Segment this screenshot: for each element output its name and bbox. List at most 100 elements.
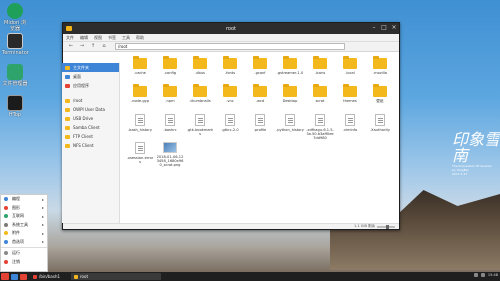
network-icon[interactable] [473,273,478,277]
home-button[interactable]: ⌂ [100,43,108,50]
start-menu-item[interactable]: 系统工具 ▸ [1,221,47,230]
folder-item[interactable]: .wcd [245,84,275,112]
text-file-icon [375,114,385,126]
folder-item[interactable]: 壁纸 [365,84,395,112]
folder-item[interactable]: .fonts [215,56,245,84]
menubar: 文件 编辑 视图 书签 工具 帮助 [63,34,399,42]
folder-item[interactable]: Desktop [275,84,305,112]
clock[interactable]: 15:48 [488,273,498,277]
submenu-arrow-icon: ▸ [41,205,44,211]
file-name: .gstreamer-1.0 [276,71,304,75]
taskbar-task[interactable]: /bin/bash1 [30,273,68,280]
file-item[interactable]: .profile [245,112,275,140]
folder-item[interactable]: .gconf [245,56,275,84]
start-menu-item[interactable]: 运行 [1,249,47,258]
window-titlebar[interactable]: root – □ × [63,23,399,34]
minimize-icon[interactable]: – [371,25,377,31]
start-menu-item-label: 编程 [12,196,20,202]
file-name: Desktop [282,99,298,103]
file-item[interactable]: .gtk-bookmarks [185,112,215,140]
menu-tools[interactable]: 工具 [122,35,130,41]
menu-file[interactable]: 文件 [66,35,74,41]
menu-view[interactable]: 视图 [94,35,102,41]
start-menu-item[interactable]: 编程 ▸ [1,195,47,204]
menu-bookmarks[interactable]: 书签 [108,35,116,41]
file-item[interactable]: 2018-01-06-123458_1680x960_scrot.png [155,140,185,168]
sidebar-item-label: /root [73,98,83,103]
folder-item[interactable]: themes [335,84,365,112]
sidebar-item[interactable]: USB Drive [62,114,119,123]
sidebar-item[interactable]: 应用程序 [62,81,119,90]
start-menu-item[interactable]: 首选项 ▸ [1,238,47,247]
forward-button[interactable]: → [78,43,86,50]
folder-item[interactable]: .npm [155,84,185,112]
file-item[interactable]: .bashrc [155,112,185,140]
folder-item[interactable]: .mozilla [365,56,395,84]
folder-item[interactable]: .node-gyp [125,84,155,112]
folder-icon [193,84,207,97]
folder-icon [343,56,357,69]
start-menu-item[interactable]: 图形 ▸ [1,204,47,213]
desktop-icon-file-manager[interactable]: 文件管理器 [2,64,28,87]
folder-item[interactable]: .dbus [185,56,215,84]
start-menu-item[interactable]: 注销 [1,258,47,267]
folder-item[interactable]: .thumbnails [185,84,215,112]
file-item[interactable]: .xsession-errors [125,140,155,168]
close-icon[interactable]: × [391,25,397,31]
folder-item[interactable]: .icons [305,56,335,84]
empty-cell [395,112,425,140]
image-file-icon [163,142,177,153]
desktop-icon-htop[interactable]: HTop [2,95,28,118]
start-menu-item-label: 互联网 [12,213,24,219]
desktop-icon-terminator[interactable]: Terminator [2,33,29,56]
start-menu-separator [1,247,47,248]
sidebar-item[interactable]: OWPI User Data [62,105,119,114]
folder-item[interactable]: .config [155,56,185,84]
desktop-icon-label: Midori 浏览器 [4,20,26,32]
zoom-slider-knob[interactable] [386,224,389,229]
sidebar-item[interactable]: FTP Client [62,132,119,141]
folder-item[interactable]: .gstreamer-1.0 [275,56,305,84]
desktop-icon-midori[interactable]: Midori 浏览器 [2,3,28,32]
menu-help[interactable]: 帮助 [136,35,144,41]
file-item[interactable]: .viminfo [335,112,365,140]
sidebar-item[interactable]: /root [62,96,119,105]
file-name: .viminfo [342,128,358,132]
file-item[interactable]: .Xauthority [365,112,395,140]
up-button[interactable]: ↑ [89,43,97,50]
home-folder-icon [65,65,70,70]
desktop-icon-label: HTop [8,112,22,118]
folder-item[interactable]: .local [335,56,365,84]
file-item[interactable]: .gtkrc-2.0 [215,112,245,140]
path-bar-input[interactable]: /root [115,43,345,50]
menu-edit[interactable]: 编辑 [80,35,88,41]
text-file-icon [135,114,145,126]
volume-icon[interactable] [480,273,485,277]
folder-item[interactable]: .cache [125,56,155,84]
taskbar-task[interactable]: root [71,273,161,280]
sidebar-item[interactable]: 桌面 [62,72,119,81]
launcher-terminal-icon[interactable] [20,273,27,280]
sidebar-item-label: NFS Client [73,143,94,148]
start-menu-button[interactable] [1,273,9,280]
maximize-icon[interactable]: □ [381,25,387,31]
sidebar-item[interactable]: Samba Client [62,123,119,132]
start-menu-item[interactable]: 互联网 ▸ [1,212,47,221]
file-name: .mozilla [373,71,387,75]
start-menu-item-label: 注销 [12,258,20,264]
start-menu-item-label: 运行 [12,250,20,256]
file-name: .xdfhagu-6.1.5-3a.50.b3aff0ee7dd980 [306,128,334,140]
file-name: .Xauthority [370,128,390,132]
file-item[interactable]: .xdfhagu-6.1.5-3a.50.b3aff0ee7dd980 [305,112,335,140]
folder-item[interactable]: scrot [305,84,335,112]
file-item[interactable]: .bash_history [125,112,155,140]
zoom-slider[interactable] [377,224,395,229]
start-menu-item[interactable]: 附件 ▸ [1,229,47,238]
folder-item[interactable]: .vnc [215,84,245,112]
sidebar-item[interactable]: 主文件夹 [62,63,119,72]
sidebar-item[interactable]: NFS Client [62,141,119,150]
back-button[interactable]: ← [67,43,75,50]
file-name: .icons [314,71,326,75]
launcher-desktop-icon[interactable] [11,273,18,280]
file-item[interactable]: .python_history [275,112,305,140]
